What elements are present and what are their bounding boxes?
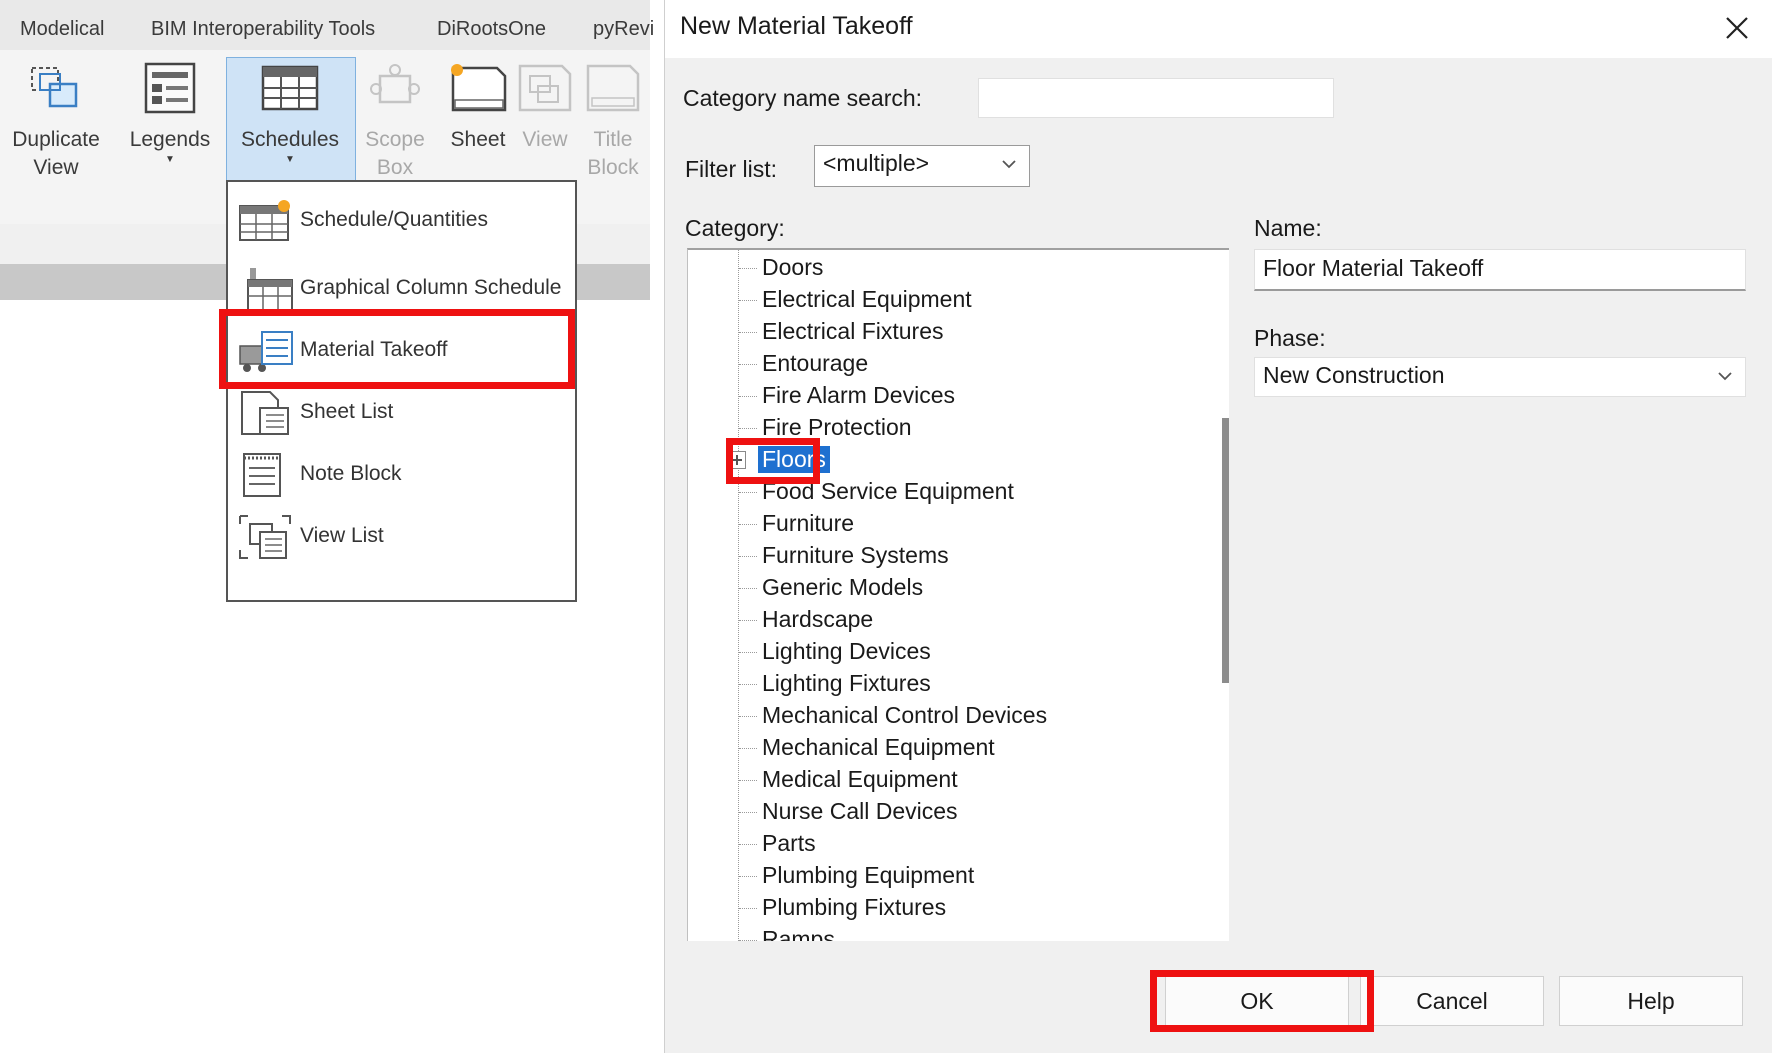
menu-item-graphical-column-schedule[interactable]: Graphical Column Schedule [228, 254, 575, 320]
schedules-label: Schedules [240, 128, 340, 151]
menu-item-label: Note Block [300, 462, 402, 485]
view-list-icon [239, 515, 291, 559]
duplicate-view-icon [31, 67, 78, 108]
scope-box-label-line1: Scope [365, 128, 425, 151]
material-takeoff-icon [239, 331, 293, 372]
new-material-takeoff-dialog: New Material Takeoff Category name searc… [664, 0, 1772, 1053]
sheet-icon [451, 64, 507, 112]
scope-box-label-line2: Box [376, 156, 414, 179]
category-name-search-label: Category name search: [683, 85, 923, 111]
selected-category-label: Floors [758, 446, 830, 473]
legends-icon [144, 62, 196, 114]
view-label: View [522, 128, 568, 151]
sheet-label: Sheet [450, 128, 506, 151]
schedule-quantities-icon [239, 200, 290, 241]
dialog-title: New Material Takeoff [680, 12, 913, 40]
close-icon[interactable] [1715, 6, 1759, 50]
legends-label: Legends [129, 128, 211, 151]
category-tree-list[interactable]: Doors Electrical Equipment Electrical Fi… [687, 248, 1229, 941]
chevron-down-icon [1002, 160, 1016, 169]
name-label: Name: [1254, 215, 1322, 241]
filter-list-value: <multiple> [823, 150, 930, 176]
legends-button[interactable]: Legends ▼ [122, 62, 218, 166]
phase-value: New Construction [1263, 362, 1445, 388]
note-block-icon [243, 453, 281, 497]
phase-label: Phase: [1254, 325, 1326, 351]
menu-item-view-list[interactable]: View List [228, 502, 575, 568]
ribbon-tab-pyrevit[interactable]: pyRevi [593, 18, 654, 41]
schedules-button-content[interactable]: Schedules ▼ [226, 62, 354, 166]
expand-plus-icon[interactable] [728, 451, 746, 469]
ribbon-tab-bar: Modelical BIM Interoperability Tools DiR… [0, 0, 654, 50]
ribbon-tab-modelical[interactable]: Modelical [20, 18, 104, 41]
chevron-down-icon [1718, 372, 1732, 381]
help-button[interactable]: Help [1559, 976, 1743, 1026]
scope-box-icon [370, 64, 420, 104]
filter-list-dropdown[interactable]: <multiple> [814, 145, 1030, 187]
ribbon-tab-dirootsone[interactable]: DiRootsOne [437, 18, 546, 41]
filter-list-label: Filter list: [685, 156, 777, 182]
duplicate-view-label-line2: View [33, 156, 79, 179]
title-block-icon [586, 64, 640, 112]
ribbon-tab-bim-interoperability-tools[interactable]: BIM Interoperability Tools [151, 18, 375, 41]
name-input[interactable]: Floor Material Takeoff [1254, 249, 1746, 291]
cancel-button[interactable]: Cancel [1360, 976, 1544, 1026]
view-button[interactable]: View [512, 62, 578, 154]
title-block-button[interactable]: Title Block [578, 62, 648, 182]
menu-item-label: View List [300, 524, 384, 547]
menu-item-label: Sheet List [300, 400, 394, 423]
category-label: Category: [685, 215, 785, 241]
sheet-button[interactable]: Sheet [442, 62, 514, 154]
ok-button[interactable]: OK [1165, 976, 1349, 1026]
duplicate-view-label-line1: Duplicate [12, 128, 100, 151]
menu-item-sheet-list[interactable]: Sheet List [228, 378, 575, 444]
legends-dropdown-arrow: ▼ [165, 154, 175, 165]
phase-dropdown[interactable]: New Construction [1254, 357, 1746, 397]
schedules-icon [261, 65, 319, 111]
category-scrollbar-thumb[interactable] [1222, 418, 1229, 683]
view-icon [518, 64, 572, 112]
menu-item-schedule-quantities[interactable]: Schedule/Quantities [228, 186, 575, 252]
scope-box-button[interactable]: Scope Box [360, 62, 430, 182]
schedules-dropdown-menu: Schedule/Quantities Graphical Column Sch… [226, 180, 577, 602]
dialog-title-bar: New Material Takeoff [665, 0, 1772, 58]
title-block-label-line1: Title [593, 128, 633, 151]
menu-item-material-takeoff[interactable]: Material Takeoff [228, 316, 575, 382]
sheet-list-icon [241, 391, 289, 435]
tree-connector-line [738, 250, 739, 941]
category-name-search-input[interactable] [978, 78, 1334, 118]
menu-item-label: Graphical Column Schedule [300, 276, 562, 299]
menu-item-note-block[interactable]: Note Block [228, 440, 575, 506]
menu-item-label: Material Takeoff [300, 338, 448, 361]
graphical-column-schedule-icon [247, 268, 293, 311]
menu-item-label: Schedule/Quantities [300, 208, 488, 231]
schedules-dropdown-arrow: ▼ [285, 154, 295, 165]
duplicate-view-button[interactable]: Duplicate View [4, 62, 108, 182]
title-block-label-line2: Block [587, 156, 639, 179]
